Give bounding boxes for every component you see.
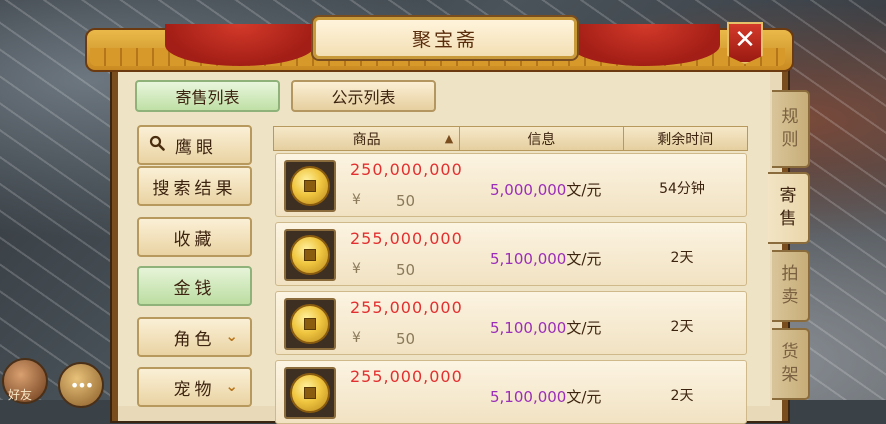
table-row[interactable]: 250,000,000 ¥ 50 5,000,000文/元 54分钟	[275, 153, 747, 217]
side-tab-char: 规	[781, 107, 799, 128]
money-amount: 255,000,000	[350, 367, 463, 386]
window-title: 聚宝斋	[411, 28, 478, 51]
eagle-eye-button[interactable]: 鹰眼	[137, 125, 252, 165]
price-quantity: 50	[396, 261, 416, 279]
remaining-time: 2天	[670, 319, 694, 335]
currency-symbol: ¥	[352, 192, 361, 208]
search-icon	[149, 135, 165, 155]
price-number: 5,100,000	[490, 250, 567, 268]
menu-item-label: 搜索结果	[152, 178, 237, 199]
price-number: 5,000,000	[490, 181, 567, 199]
chevron-down-icon: ⌄	[225, 377, 242, 395]
column-header-remaining: 剩余时间	[624, 127, 747, 150]
menu-item-search-results[interactable]: 搜索结果	[137, 166, 252, 206]
menu-item-money[interactable]: 金钱	[137, 266, 252, 306]
side-tab-char: 卖	[781, 287, 799, 307]
table-row[interactable]: 255,000,000 5,100,000文/元 2天	[275, 360, 747, 424]
close-icon: ✕	[734, 25, 756, 55]
price-quantity: 50	[396, 192, 416, 210]
tab-public-list[interactable]: 公示列表	[291, 80, 436, 112]
tab-label: 公示列表	[331, 88, 396, 107]
side-tab-char: 寄	[779, 186, 797, 207]
price-number: 5,100,000	[490, 388, 567, 406]
tab-label: 寄售列表	[175, 88, 240, 107]
coin-icon	[290, 304, 330, 344]
column-header-item[interactable]: 商品 ▲	[274, 127, 461, 150]
chevron-down-icon: ⌄	[225, 327, 242, 345]
tab-consignment-list[interactable]: 寄售列表	[135, 80, 280, 112]
sort-up-icon: ▲	[444, 132, 454, 145]
price-unit: 文/元	[566, 250, 602, 268]
coin-icon	[290, 166, 330, 206]
table-row[interactable]: 255,000,000 ¥ 50 5,100,000文/元 2天	[275, 222, 747, 286]
remaining-time: 54分钟	[659, 181, 705, 197]
side-tab-consign[interactable]: 寄 售	[768, 172, 810, 244]
chat-glyph: •••	[69, 375, 94, 395]
column-header-info: 信息	[460, 127, 624, 150]
red-drape-right	[570, 24, 720, 66]
remaining-time: 2天	[670, 250, 694, 266]
side-tab-auction[interactable]: 拍 卖	[772, 250, 810, 322]
column-label: 剩余时间	[657, 131, 714, 148]
currency-symbol: ¥	[352, 330, 361, 346]
price-unit: 文/元	[566, 319, 602, 337]
menu-item-label: 收藏	[173, 229, 216, 250]
unit-price: 5,100,000文/元	[490, 248, 601, 269]
money-amount: 255,000,000	[350, 298, 463, 317]
money-amount: 250,000,000	[350, 160, 463, 179]
unit-price: 5,100,000文/元	[490, 317, 601, 338]
coin-icon	[290, 235, 330, 275]
red-drape-left	[165, 24, 315, 66]
table-row[interactable]: 255,000,000 ¥ 50 5,100,000文/元 2天	[275, 291, 747, 355]
coin-icon-frame	[284, 367, 336, 419]
menu-item-pet[interactable]: 宠物 ⌄	[137, 367, 252, 407]
coin-icon-frame	[284, 298, 336, 350]
menu-item-label: 角色	[173, 329, 216, 350]
side-tab-char: 则	[781, 130, 799, 150]
side-tab-char: 售	[779, 209, 797, 229]
close-button[interactable]: ✕	[727, 22, 763, 64]
menu-item-favorites[interactable]: 收藏	[137, 217, 252, 257]
menu-item-label: 金钱	[173, 278, 216, 299]
money-amount: 255,000,000	[350, 229, 463, 248]
side-tab-rules[interactable]: 规 则	[772, 90, 810, 168]
currency-symbol: ¥	[352, 261, 361, 277]
trade-label: 好友	[8, 388, 33, 402]
menu-item-label: 宠物	[173, 379, 216, 400]
side-tab-char: 架	[781, 365, 799, 385]
price-quantity: 50	[396, 330, 416, 348]
coin-icon	[290, 373, 330, 413]
coin-icon-frame	[284, 229, 336, 281]
column-label: 信息	[527, 131, 556, 148]
side-tab-char: 拍	[781, 264, 799, 285]
price-unit: 文/元	[566, 181, 602, 199]
coin-icon-frame	[284, 160, 336, 212]
title-plate: 聚宝斋	[313, 17, 577, 59]
unit-price: 5,000,000文/元	[490, 179, 601, 200]
side-tab-shelf[interactable]: 货 架	[772, 328, 810, 400]
unit-price: 5,100,000文/元	[490, 386, 601, 407]
menu-item-character[interactable]: 角色 ⌄	[137, 317, 252, 357]
column-label: 商品	[352, 131, 381, 148]
remaining-time: 2天	[670, 388, 694, 404]
side-tab-char: 货	[781, 342, 799, 363]
eagle-eye-label: 鹰眼	[175, 137, 217, 158]
price-number: 5,100,000	[490, 319, 567, 337]
chat-icon[interactable]: •••	[58, 362, 104, 408]
table-header: 商品 ▲ 信息 剩余时间	[273, 126, 748, 151]
price-unit: 文/元	[566, 388, 602, 406]
